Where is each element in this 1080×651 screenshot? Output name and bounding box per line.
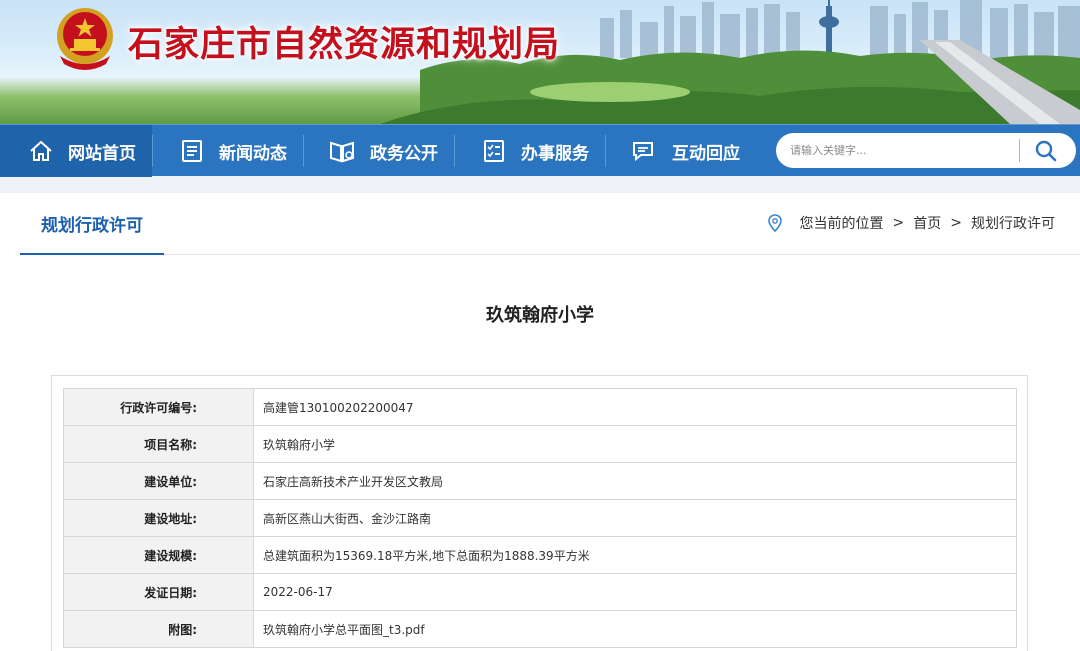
search-input[interactable] bbox=[790, 144, 1016, 157]
permit-info-card: 行政许可编号: 高建管130100202200047 项目名称: 玖筑翰府小学 … bbox=[51, 375, 1028, 651]
breadcrumb-prefix: 您当前的位置 bbox=[799, 216, 884, 232]
table-row: 行政许可编号: 高建管130100202200047 bbox=[63, 388, 1017, 426]
table-row: 建设地址: 高新区燕山大街西、金沙江路南 bbox=[63, 499, 1017, 537]
nav-label: 网站首页 bbox=[68, 143, 136, 164]
site-title: 石家庄市自然资源和规划局 bbox=[128, 25, 561, 65]
breadcrumb: 您当前的位置 > 首页 > 规划行政许可 bbox=[767, 213, 1055, 233]
nav-item-home[interactable]: 网站首页 bbox=[0, 125, 152, 177]
national-emblem-icon bbox=[57, 8, 113, 70]
header-banner: 石家庄市自然资源和规划局 bbox=[0, 0, 1080, 124]
permit-info-table: 行政许可编号: 高建管130100202200047 项目名称: 玖筑翰府小学 … bbox=[63, 388, 1017, 648]
home-icon bbox=[30, 140, 52, 161]
table-row: 建设单位: 石家庄高新技术产业开发区文教局 bbox=[63, 462, 1017, 500]
news-icon bbox=[182, 140, 202, 162]
main-nav: 网站首页 新闻动态 政务公开 办事服务 互动回应 请输入关键字... bbox=[0, 124, 1080, 177]
attachment-link[interactable]: 玖筑翰府小学总平面图_t3.pdf bbox=[253, 610, 1017, 648]
breadcrumb-separator: > bbox=[892, 215, 905, 231]
row-value: 高新区燕山大街西、金沙江路南 bbox=[253, 499, 1017, 537]
nav-item-government-affairs[interactable]: 政务公开 bbox=[304, 125, 454, 177]
table-row: 项目名称: 玖筑翰府小学 bbox=[63, 425, 1017, 463]
content-panel: 规划行政许可 您当前的位置 > 首页 > 规划行政许可 玖筑翰府小学 行政许可编… bbox=[0, 193, 1080, 651]
row-value: 玖筑翰府小学 bbox=[253, 425, 1017, 463]
breadcrumb-item-home[interactable]: 首页 bbox=[913, 213, 941, 233]
row-value: 总建筑面积为15369.18平方米,地下总面积为1888.39平方米 bbox=[253, 536, 1017, 574]
nav-item-interaction[interactable]: 互动回应 bbox=[606, 125, 756, 177]
search-button[interactable] bbox=[1030, 137, 1062, 165]
search-divider bbox=[1019, 139, 1020, 162]
nav-label: 政务公开 bbox=[370, 143, 438, 164]
breadcrumb-separator: > bbox=[950, 215, 962, 231]
section-title[interactable]: 规划行政许可 bbox=[20, 193, 164, 255]
nav-label: 互动回应 bbox=[672, 143, 740, 164]
section-header: 规划行政许可 您当前的位置 > 首页 > 规划行政许可 bbox=[20, 193, 1080, 255]
book-icon bbox=[330, 141, 354, 163]
nav-item-services[interactable]: 办事服务 bbox=[455, 125, 605, 177]
row-label: 建设规模: bbox=[63, 536, 254, 574]
chat-icon bbox=[633, 142, 653, 162]
row-value: 石家庄高新技术产业开发区文教局 bbox=[253, 462, 1017, 500]
row-label: 附图: bbox=[63, 610, 254, 648]
nav-item-news[interactable]: 新闻动态 bbox=[153, 125, 303, 177]
row-value: 高建管130100202200047 bbox=[253, 388, 1017, 426]
table-row: 附图: 玖筑翰府小学总平面图_t3.pdf bbox=[63, 610, 1017, 648]
row-label: 发证日期: bbox=[63, 573, 254, 611]
row-value: 2022-06-17 bbox=[253, 573, 1017, 611]
table-row: 建设规模: 总建筑面积为15369.18平方米,地下总面积为1888.39平方米 bbox=[63, 536, 1017, 574]
row-label: 建设地址: bbox=[63, 499, 254, 537]
search-icon bbox=[1035, 140, 1057, 162]
location-pin-icon bbox=[767, 214, 782, 232]
checklist-icon bbox=[484, 140, 504, 162]
breadcrumb-item-current[interactable]: 规划行政许可 bbox=[971, 213, 1055, 233]
row-label: 项目名称: bbox=[63, 425, 254, 463]
table-row: 发证日期: 2022-06-17 bbox=[63, 573, 1017, 611]
nav-label: 办事服务 bbox=[521, 143, 589, 164]
search-box bbox=[776, 133, 1076, 168]
row-label: 行政许可编号: bbox=[63, 388, 254, 426]
nav-label: 新闻动态 bbox=[219, 143, 287, 164]
document-title: 玖筑翰府小学 bbox=[486, 305, 594, 326]
row-label: 建设单位: bbox=[63, 462, 254, 500]
